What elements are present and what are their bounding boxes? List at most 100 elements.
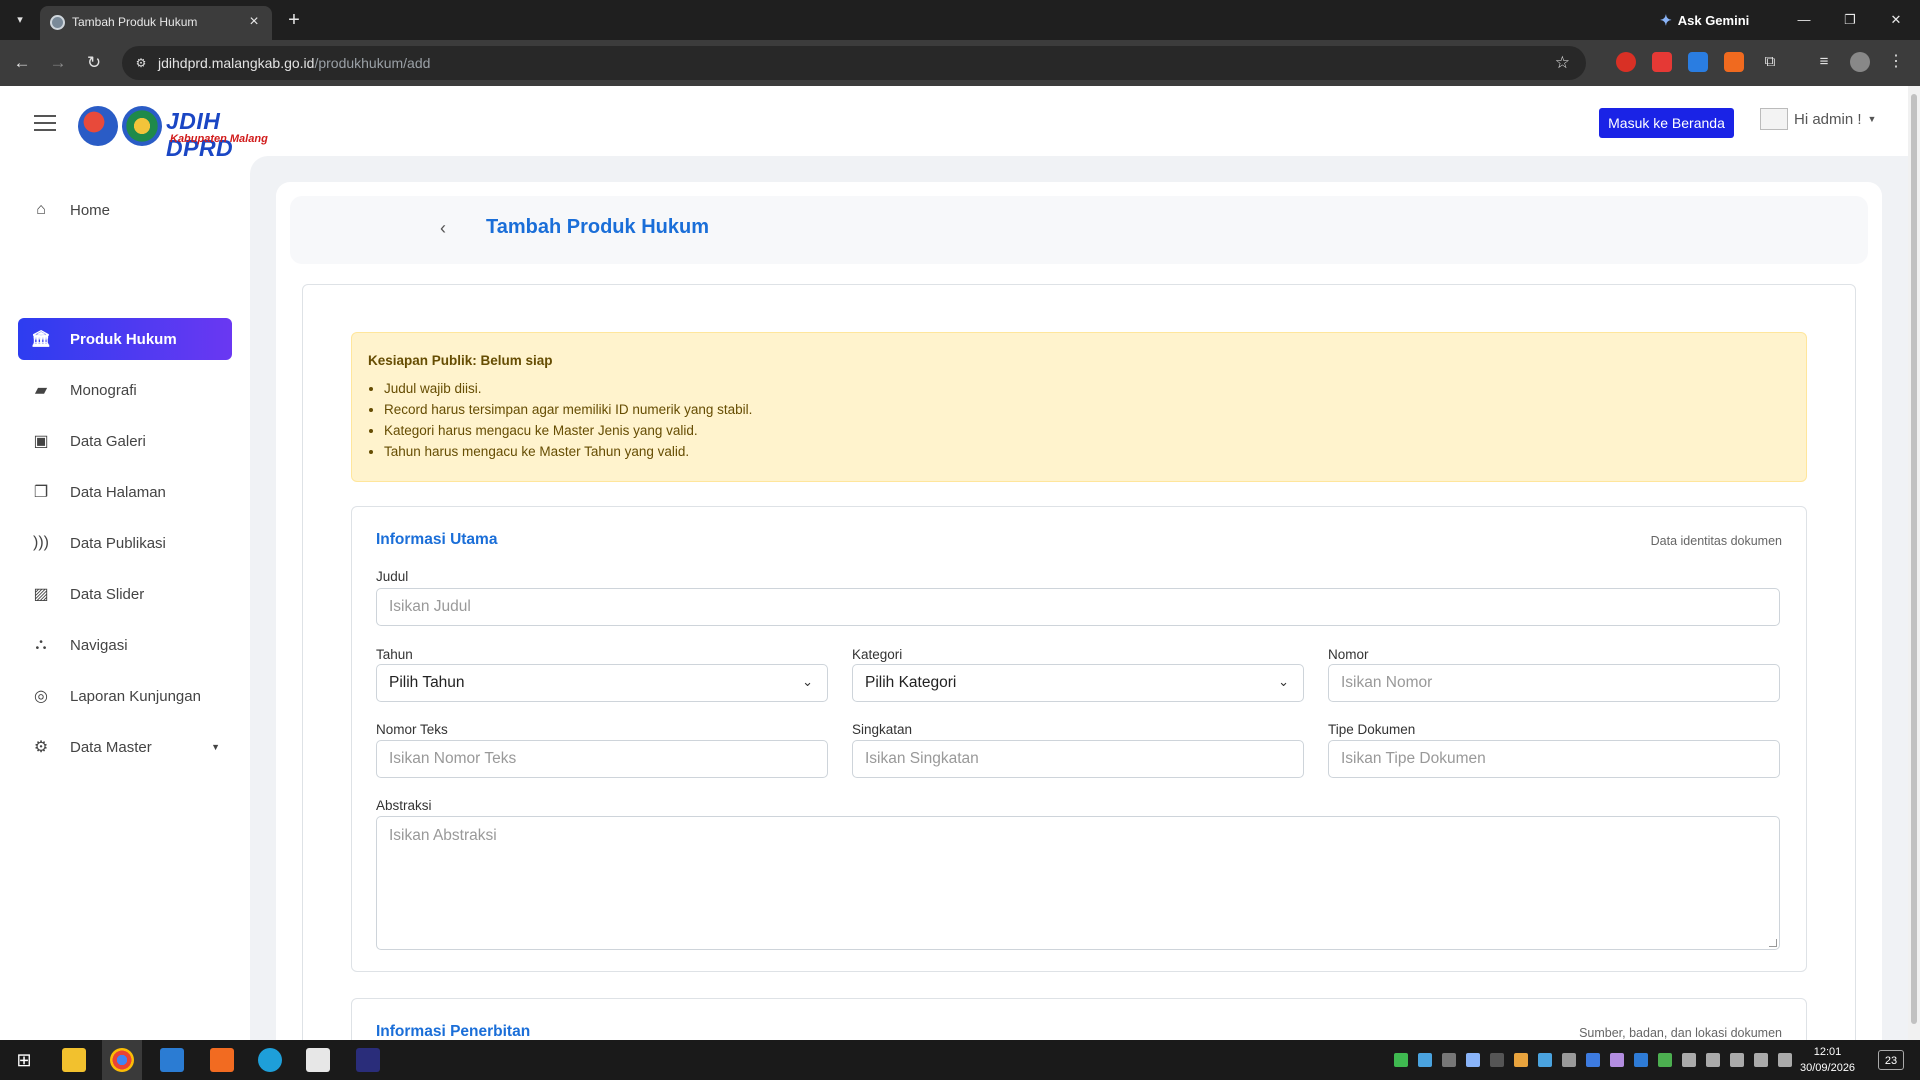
extension-s-icon[interactable] xyxy=(1688,52,1708,72)
extension-shield-icon[interactable] xyxy=(1616,52,1636,72)
reload-icon[interactable]: ↻ xyxy=(82,51,106,75)
tray-app-icon[interactable] xyxy=(1394,1053,1408,1067)
abstraksi-label: Abstraksi xyxy=(376,798,432,813)
windows-start-icon[interactable]: ⊞ xyxy=(12,1048,36,1072)
sidebar-item-label: Navigasi xyxy=(70,636,128,654)
target-icon: ◎ xyxy=(34,688,48,705)
sidebar-item-label: Produk Hukum xyxy=(70,330,177,348)
sublime-icon[interactable] xyxy=(210,1048,234,1072)
content-card: ‹ Tambah Produk Hukum Kesiapan Publik: B… xyxy=(276,182,1882,1080)
close-tab-icon[interactable]: × xyxy=(244,12,264,32)
home-page-button[interactable]: Masuk ke Beranda xyxy=(1599,108,1734,138)
tray-app-icon[interactable] xyxy=(1538,1053,1552,1067)
vscode-icon[interactable] xyxy=(160,1048,184,1072)
url-host: jdihdprd.malangkab.go.id xyxy=(158,55,315,71)
tahun-select[interactable]: Pilih Tahun ⌄ xyxy=(376,664,828,702)
sidebar-item-data-slider[interactable]: ▨ Data Slider xyxy=(18,573,232,615)
tray-app-icon[interactable] xyxy=(1514,1053,1528,1067)
bluetooth-icon[interactable] xyxy=(1634,1053,1648,1067)
chevron-down-icon: ⌄ xyxy=(1278,674,1289,689)
file-explorer-icon[interactable] xyxy=(62,1048,86,1072)
dev-tool-icon[interactable] xyxy=(356,1048,380,1072)
kategori-label: Kategori xyxy=(852,647,903,662)
sidebar-item-navigasi[interactable]: ⛬ Navigasi xyxy=(18,624,232,666)
sidebar-item-label: Data Publikasi xyxy=(70,534,166,552)
abstraksi-textarea[interactable]: Isikan Abstraksi xyxy=(376,816,1780,950)
tray-app-icon[interactable] xyxy=(1658,1053,1672,1067)
singkatan-label: Singkatan xyxy=(852,722,913,737)
media-control-icon[interactable]: ≡ xyxy=(1814,52,1834,72)
close-window-icon[interactable]: ✕ xyxy=(1876,6,1916,34)
extension-youtube-icon[interactable] xyxy=(1652,52,1672,72)
tab-title: Tambah Produk Hukum xyxy=(72,15,198,29)
nomor-input[interactable]: Isikan Nomor xyxy=(1328,664,1780,702)
store-bag-icon[interactable] xyxy=(306,1048,330,1072)
tab-search-dropdown-icon[interactable]: ▾ xyxy=(10,10,30,30)
extension-orange-icon[interactable] xyxy=(1724,52,1744,72)
tray-app-icon[interactable] xyxy=(1682,1053,1696,1067)
sidebar-item-data-master[interactable]: ⚙ Data Master ▼ xyxy=(18,726,232,768)
nomor-teks-input[interactable]: Isikan Nomor Teks xyxy=(376,740,828,778)
sidebar-item-produk-hukum[interactable]: 🏛 Produk Hukum xyxy=(18,318,232,360)
forward-icon[interactable]: → xyxy=(46,51,70,75)
sidebar-item-data-halaman[interactable]: ❐ Data Halaman xyxy=(18,471,232,513)
tray-app-icon[interactable] xyxy=(1562,1053,1576,1067)
tahun-selected-value: Pilih Tahun xyxy=(389,674,465,691)
sidebar-item-monografi[interactable]: ▰ Monografi xyxy=(18,369,232,411)
judul-input[interactable]: Isikan Judul xyxy=(376,588,1780,626)
profile-avatar-icon[interactable] xyxy=(1850,52,1870,72)
tray-app-icon[interactable] xyxy=(1418,1053,1432,1067)
sidebar-item-label: Data Master xyxy=(70,738,152,756)
network-icon[interactable] xyxy=(1730,1053,1744,1067)
section-note: Data identitas dokumen xyxy=(1650,534,1782,548)
clock-time: 12:01 xyxy=(1813,1046,1842,1058)
chrome-icon[interactable] xyxy=(110,1048,134,1072)
browser-menu-icon[interactable]: ⋮ xyxy=(1886,52,1906,72)
ask-gemini-label: Ask Gemini xyxy=(1677,12,1750,28)
user-menu[interactable]: Hi admin ! ▼ xyxy=(1760,106,1876,132)
gemini-icon: ✦ xyxy=(1660,11,1672,28)
tipe-dokumen-input[interactable]: Isikan Tipe Dokumen xyxy=(1328,740,1780,778)
volume-icon[interactable] xyxy=(1754,1053,1768,1067)
back-icon[interactable]: ← xyxy=(10,51,34,75)
sidebar-item-data-galeri[interactable]: ▣ Data Galeri xyxy=(18,420,232,462)
book-icon: ▰ xyxy=(34,382,48,399)
tray-app-icon[interactable] xyxy=(1610,1053,1624,1067)
ask-gemini-button[interactable]: ✦ Ask Gemini xyxy=(1660,9,1749,31)
back-arrow-icon[interactable]: ‹ xyxy=(440,218,446,239)
tray-app-icon[interactable] xyxy=(1490,1053,1504,1067)
alert-list: Judul wajib diisi. Record harus tersimpa… xyxy=(368,378,1790,462)
tray-app-icon[interactable] xyxy=(1706,1053,1720,1067)
sidebar-item-laporan-kunjungan[interactable]: ◎ Laporan Kunjungan xyxy=(18,675,232,717)
sidebar-item-data-publikasi[interactable]: ))) Data Publikasi xyxy=(18,522,232,564)
bookmark-star-icon[interactable]: ☆ xyxy=(1555,53,1570,73)
site-info-icon[interactable]: ⚙ xyxy=(132,54,150,72)
site-logo[interactable]: JDIH DPRD Kabupaten Malang xyxy=(78,106,278,161)
chevron-down-icon: ⌄ xyxy=(802,674,813,689)
extensions-puzzle-icon[interactable]: ⧉ xyxy=(1760,52,1780,72)
battery-icon[interactable] xyxy=(1778,1053,1792,1067)
resize-handle-icon[interactable] xyxy=(1769,939,1777,947)
tray-app-icon[interactable] xyxy=(1586,1053,1600,1067)
address-bar[interactable]: ⚙ jdihdprd.malangkab.go.id/produkhukum/a… xyxy=(122,46,1586,80)
minimize-icon[interactable]: — xyxy=(1784,6,1824,34)
tray-app-icon[interactable] xyxy=(1442,1053,1456,1067)
browser-tab[interactable]: Tambah Produk Hukum × xyxy=(40,6,272,40)
abstraksi-placeholder: Isikan Abstraksi xyxy=(389,827,497,844)
singkatan-input[interactable]: Isikan Singkatan xyxy=(852,740,1304,778)
new-tab-icon[interactable]: + xyxy=(282,8,306,32)
section-informasi-utama: Informasi Utama Data identitas dokumen J… xyxy=(351,506,1807,972)
notification-center-icon[interactable]: 23 xyxy=(1878,1050,1904,1070)
tray-app-icon[interactable] xyxy=(1466,1053,1480,1067)
edge-icon[interactable] xyxy=(258,1048,282,1072)
notification-count: 23 xyxy=(1884,1055,1898,1067)
restore-icon[interactable]: ❐ xyxy=(1830,6,1870,34)
sidebar-item-home[interactable]: ⌂ Home xyxy=(18,189,232,231)
taskbar-clock[interactable]: 12:01 30/09/2026 xyxy=(1800,1044,1855,1076)
page-scrollbar[interactable] xyxy=(1908,86,1920,1040)
scrollbar-thumb[interactable] xyxy=(1911,94,1917,1024)
kategori-select[interactable]: Pilih Kategori ⌄ xyxy=(852,664,1304,702)
hamburger-menu-icon[interactable] xyxy=(34,115,56,131)
alert-title: Kesiapan Publik: Belum siap xyxy=(368,353,553,368)
image-file-icon: ▣ xyxy=(33,433,49,450)
